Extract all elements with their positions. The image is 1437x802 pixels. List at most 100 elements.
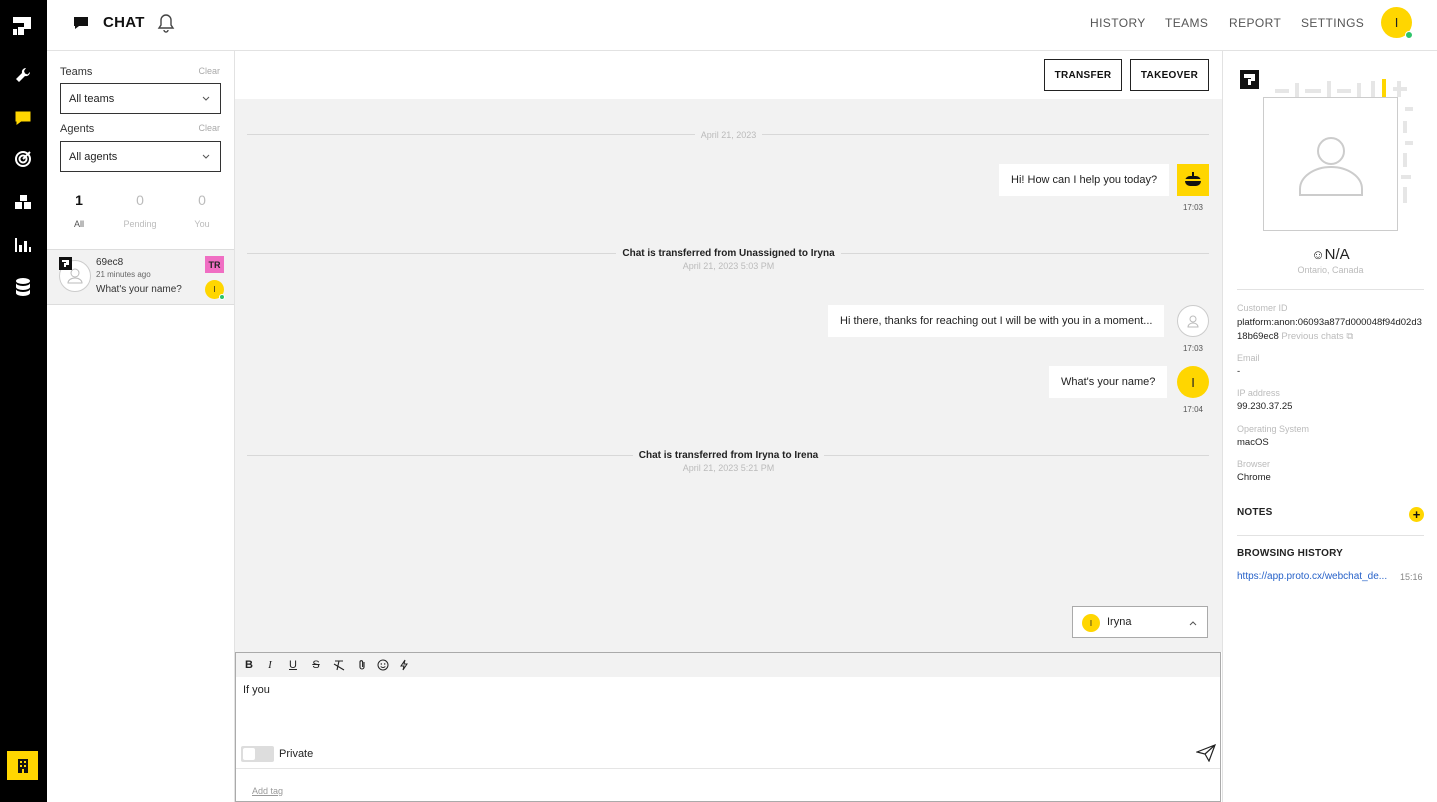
history-time: 15:16	[1400, 572, 1423, 582]
history-link[interactable]: https://app.proto.cx/webchat_de...	[1237, 571, 1392, 582]
chevron-down-icon	[202, 151, 210, 163]
agent-message: What's your name?	[1049, 366, 1168, 398]
nav-history[interactable]: HISTORY	[1090, 16, 1146, 30]
system-event: Chat is transferred from Iryna to Irena	[235, 449, 1222, 461]
profile-divider	[1237, 289, 1424, 290]
clear-format-icon[interactable]	[332, 658, 346, 672]
channel-logo-icon	[1240, 70, 1259, 89]
bell-icon[interactable]	[157, 13, 175, 36]
agents-select[interactable]: All agents	[60, 141, 221, 172]
count-all[interactable]: 1 All	[54, 192, 104, 229]
agent-avatar	[1177, 305, 1209, 337]
conversation-preview: What's your name?	[96, 284, 182, 295]
agent-message: Hi there, thanks for reaching out I will…	[828, 305, 1165, 337]
customer-id-value: platform:anon:06093a877d000048f94d02d318…	[1237, 317, 1422, 342]
attachment-icon[interactable]	[355, 658, 369, 672]
transfer-button[interactable]: TRANSFER	[1044, 59, 1122, 91]
customer-profile-panel: ☺N/A Ontario, Canada Customer ID platfor…	[1222, 51, 1437, 802]
system-event: Chat is transferred from Unassigned to I…	[235, 247, 1222, 259]
format-toolbar: B I U S	[236, 653, 1220, 677]
blocks-icon[interactable]	[13, 192, 33, 212]
takeover-button[interactable]: TAKEOVER	[1130, 59, 1209, 91]
private-toggle[interactable]	[241, 746, 274, 762]
teams-label: Teams	[60, 66, 93, 78]
private-label: Private	[279, 748, 314, 760]
agent-online-dot	[219, 294, 225, 300]
chat-icon[interactable]	[13, 108, 33, 128]
message-time: 17:03	[1182, 203, 1204, 212]
nav-report[interactable]: REPORT	[1229, 16, 1281, 30]
send-icon[interactable]	[1195, 743, 1217, 765]
agent-avatar: I	[1177, 366, 1209, 398]
chat-area: TRANSFER TAKEOVER April 21, 2023 Hi! How…	[235, 51, 1222, 802]
message-list[interactable]: April 21, 2023 Hi! How can I help you to…	[235, 99, 1222, 652]
chat-icon	[73, 16, 89, 33]
add-tag-link[interactable]: Add tag	[252, 786, 283, 796]
bar-chart-icon[interactable]	[13, 235, 33, 255]
os-value: macOS	[1237, 437, 1269, 448]
wrench-icon[interactable]	[13, 65, 33, 85]
system-event-time: April 21, 2023 5:03 PM	[682, 261, 775, 271]
team-badge: TR	[205, 256, 224, 273]
profile-divider	[1237, 535, 1424, 536]
email-label: Email	[1237, 353, 1260, 363]
teams-clear-link[interactable]: Clear	[198, 66, 220, 76]
strikethrough-icon[interactable]: S	[309, 658, 323, 672]
agent-select[interactable]: I Iryna	[1072, 606, 1208, 638]
previous-chats-link[interactable]: Previous chats	[1281, 331, 1343, 342]
ip-label: IP address	[1237, 388, 1280, 398]
database-icon[interactable]	[13, 277, 33, 297]
count-pending[interactable]: 0 Pending	[115, 192, 165, 229]
count-you[interactable]: 0 You	[177, 192, 227, 229]
browser-value: Chrome	[1237, 472, 1271, 483]
bold-icon[interactable]: B	[242, 658, 256, 672]
message-input[interactable]: If you	[243, 684, 270, 696]
teams-select[interactable]: All teams	[60, 83, 221, 114]
browsing-history-heading: BROWSING HISTORY	[1237, 548, 1343, 559]
teams-select-value: All teams	[69, 93, 115, 105]
tag-divider	[236, 768, 1220, 769]
workspace-button[interactable]	[7, 751, 38, 780]
nav-teams[interactable]: TEAMS	[1165, 16, 1208, 30]
agent-select-avatar: I	[1082, 614, 1100, 632]
browser-label: Browser	[1237, 459, 1271, 469]
ip-value: 99.230.37.25	[1237, 401, 1293, 412]
add-note-button[interactable]: +	[1409, 507, 1424, 522]
conversation-id: 69ec8	[96, 257, 124, 268]
agent-select-name: Iryna	[1107, 616, 1132, 628]
quick-reply-icon[interactable]	[397, 658, 411, 672]
top-bar: CHAT HISTORY TEAMS REPORT SETTINGS I	[47, 0, 1437, 51]
left-rail	[0, 0, 47, 802]
underline-icon[interactable]: U	[286, 658, 300, 672]
target-icon[interactable]	[13, 149, 33, 169]
os-label: Operating System	[1237, 424, 1310, 434]
conversation-time: 21 minutes ago	[96, 270, 151, 279]
customer-photo	[1263, 97, 1398, 231]
customer-id-label: Customer ID	[1237, 303, 1288, 313]
message-time: 17:03	[1182, 344, 1204, 353]
notes-heading: NOTES	[1237, 507, 1273, 518]
agents-clear-link[interactable]: Clear	[198, 123, 220, 133]
customer-location: Ontario, Canada	[1297, 265, 1364, 275]
app-logo[interactable]	[12, 16, 32, 36]
email-value: -	[1237, 366, 1241, 377]
customer-name: ☺N/A	[1311, 246, 1350, 263]
online-status-dot	[1405, 31, 1413, 39]
bot-message: Hi! How can I help you today?	[999, 164, 1170, 196]
nav-settings[interactable]: SETTINGS	[1301, 16, 1364, 30]
italic-icon[interactable]: I	[263, 658, 277, 672]
bot-avatar	[1177, 164, 1209, 196]
agents-select-value: All agents	[69, 151, 118, 163]
chevron-up-icon	[1189, 617, 1197, 629]
message-time: 17:04	[1182, 405, 1204, 414]
date-divider: April 21, 2023	[235, 129, 1222, 141]
channel-logo-icon	[59, 257, 72, 270]
filter-panel: Teams Clear All teams Agents Clear All a…	[47, 51, 235, 802]
agents-label: Agents	[60, 123, 95, 135]
conversation-item[interactable]: 69ec8 21 minutes ago What's your name? T…	[47, 249, 234, 305]
message-composer: B I U S If you Private Add tag	[235, 652, 1221, 802]
chevron-down-icon	[202, 93, 210, 105]
chat-header: TRANSFER TAKEOVER	[235, 51, 1222, 99]
external-link-icon[interactable]: ⧉	[1346, 331, 1353, 342]
emoji-icon[interactable]	[376, 658, 390, 672]
